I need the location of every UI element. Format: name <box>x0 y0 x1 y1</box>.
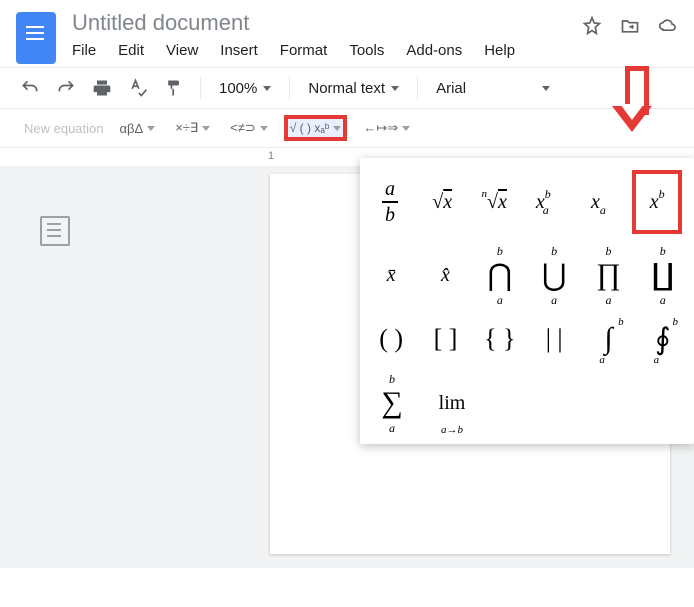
menu-view[interactable]: View <box>166 42 198 59</box>
chevron-down-icon <box>263 86 271 91</box>
verticalbars-button[interactable]: | | <box>535 316 573 362</box>
outline-icon[interactable] <box>40 216 70 246</box>
sum-button[interactable]: b∑a <box>372 380 412 426</box>
separator <box>417 76 418 100</box>
toolbar: 100% Normal text Arial <box>0 67 694 109</box>
font-select[interactable]: Arial <box>430 76 472 101</box>
sub-super-button[interactable]: xba <box>528 179 564 225</box>
menu-insert[interactable]: Insert <box>220 42 258 59</box>
ruler-mark: 1 <box>268 150 274 162</box>
relations-menu[interactable]: <≠⊃ <box>226 118 272 138</box>
nth-root-button[interactable]: n√x <box>476 179 512 225</box>
menu-tools[interactable]: Tools <box>349 42 384 59</box>
chevron-down-icon <box>391 86 399 91</box>
cloud-icon[interactable] <box>658 16 678 39</box>
title-actions <box>582 8 678 39</box>
sqrt-button[interactable]: √x <box>424 179 460 225</box>
menu-addons[interactable]: Add-ons <box>406 42 462 59</box>
separator <box>200 76 201 100</box>
menu-edit[interactable]: Edit <box>118 42 144 59</box>
brackets-button[interactable]: [ ] <box>426 316 464 362</box>
separator <box>289 76 290 100</box>
superscript-button[interactable]: xb <box>632 170 682 234</box>
docs-logo-icon[interactable] <box>16 12 56 64</box>
limit-button[interactable]: lima→b <box>428 380 476 426</box>
arrows-menu[interactable]: ←↦⇒ <box>359 118 414 138</box>
product-button[interactable]: b∏a <box>589 252 627 298</box>
contour-integral-button[interactable]: ∮ba <box>644 316 682 362</box>
paint-format-button[interactable] <box>160 74 188 102</box>
parentheses-button[interactable]: ( ) <box>372 316 410 362</box>
subscript-button[interactable]: xa <box>580 179 616 225</box>
braces-button[interactable]: { } <box>481 316 519 362</box>
greek-letters-menu[interactable]: αβΔ <box>116 119 160 138</box>
coproduct-button[interactable]: b∐a <box>644 252 682 298</box>
operators-menu[interactable]: ×÷∃ <box>171 118 214 138</box>
xbar-button[interactable]: x̄ <box>372 252 410 298</box>
menu-format[interactable]: Format <box>280 42 328 59</box>
print-button[interactable] <box>88 74 116 102</box>
paragraph-style-select[interactable]: Normal text <box>302 76 405 101</box>
equation-toolbar: New equation αβΔ ×÷∃ <≠⊃ √ ( ) xₐᵇ ←↦⇒ <box>0 109 694 148</box>
integral-button[interactable]: ∫ba <box>589 316 627 362</box>
menubar: File Edit View Insert Format Tools Add-o… <box>72 38 566 67</box>
star-icon[interactable] <box>582 16 602 39</box>
chevron-down-icon <box>542 86 550 91</box>
intersection-button[interactable]: b⋂a <box>481 252 519 298</box>
menu-help[interactable]: Help <box>484 42 515 59</box>
xhat-button[interactable]: x̂ <box>426 252 464 298</box>
annotation-arrow <box>612 66 652 146</box>
undo-button[interactable] <box>16 74 44 102</box>
spellcheck-button[interactable] <box>124 74 152 102</box>
fraction-button[interactable]: ab <box>372 179 408 225</box>
document-title[interactable]: Untitled document <box>72 8 566 38</box>
document-canvas: 1 ab √x n√x xba xa xb x̄ x̂ b⋂a b⋃a b∏a … <box>0 148 694 568</box>
move-icon[interactable] <box>620 16 640 39</box>
union-button[interactable]: b⋃a <box>535 252 573 298</box>
header: Untitled document File Edit View Insert … <box>0 0 694 67</box>
menu-file[interactable]: File <box>72 42 96 59</box>
title-area: Untitled document File Edit View Insert … <box>72 8 566 67</box>
redo-button[interactable] <box>52 74 80 102</box>
math-operations-menu[interactable]: √ ( ) xₐᵇ <box>284 115 348 141</box>
new-equation-label[interactable]: New equation <box>24 121 104 136</box>
math-operations-dropdown: ab √x n√x xba xa xb x̄ x̂ b⋂a b⋃a b∏a b∐… <box>360 158 694 444</box>
zoom-select[interactable]: 100% <box>213 76 277 101</box>
